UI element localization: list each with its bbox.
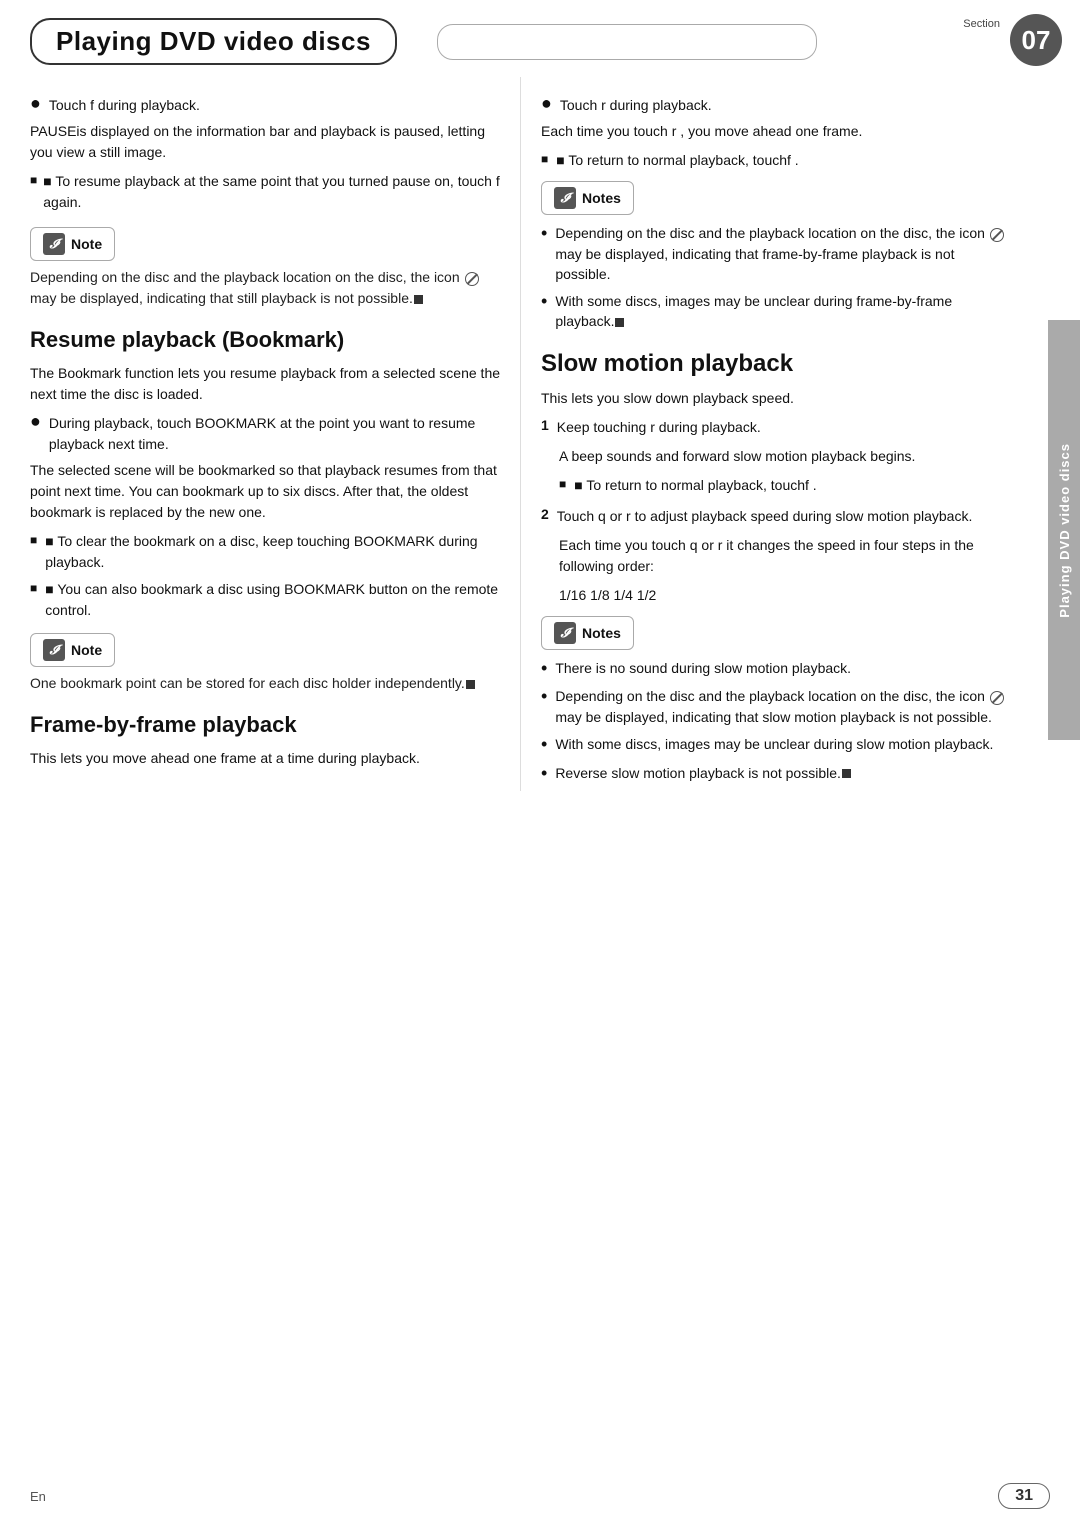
note-resume-icon: 𝓘 [43, 639, 65, 661]
slow-step2-text: Touch q or r to adjust playback speed du… [557, 506, 973, 527]
slow-speeds-text: 1/16 1/8 1/4 1/2 [559, 585, 1010, 606]
breadcrumb-bar [437, 24, 817, 60]
slow-step1-container: 1 Keep touching r during playback. [541, 417, 1010, 438]
notes-slow-text3: With some discs, images may be unclear d… [555, 734, 993, 754]
note-resume-box: 𝓘 Note [30, 633, 115, 667]
slow-step1-text: Keep touching r during playback. [557, 417, 761, 438]
notes-slow-icon: 𝓘 [554, 622, 576, 644]
slow-return-container: ■ ■ To return to normal playback, touchf… [559, 475, 1010, 496]
resume-body2: The selected scene will be bookmarked so… [30, 460, 500, 523]
notes-slow-bullet1: • [541, 658, 547, 680]
pause-section: ● Touch f during playback. PAUSEis displ… [30, 95, 500, 213]
notes-frame-item1: • Depending on the disc and the playback… [541, 223, 1010, 284]
notes-slow-item3: • With some discs, images may be unclear… [541, 734, 1010, 756]
no-icon-1 [465, 272, 479, 286]
step-return-container: ■ ■ To return to normal playback, touchf… [541, 150, 1010, 171]
note-resume-label: Note [71, 642, 102, 658]
notes-frame-item2: • With some discs, images may be unclear… [541, 291, 1010, 332]
notes-bullet-2: • [541, 291, 547, 313]
notes-slow-bullet4: • [541, 763, 547, 785]
resume-bullet2-text: ■ To clear the bookmark on a disc, keep … [45, 531, 500, 573]
square-bullet-pause: ■ [30, 173, 37, 187]
notes-slow-container: 𝓘 Notes • There is no sound during slow … [541, 616, 1010, 784]
notes-slow-item1: • There is no sound during slow motion p… [541, 658, 1010, 680]
square-bullet-resume2: ■ [30, 533, 37, 547]
slow-heading: Slow motion playback [541, 350, 1010, 378]
notes-slow-text4: Reverse slow motion playback is not poss… [555, 763, 852, 783]
notes-slow-item4: • Reverse slow motion playback is not po… [541, 763, 1010, 785]
stop-icon-4 [842, 769, 851, 778]
note-pause-label: Note [71, 236, 102, 252]
bullet-dot-resume: ● [30, 411, 41, 432]
bullet-dot-pause: ● [30, 93, 41, 114]
side-label: Playing DVD video discs [1048, 320, 1080, 740]
square-bullet-return: ■ [541, 152, 548, 166]
pause-bullet-text: Touch f during playback. [49, 95, 200, 115]
no-icon-3 [990, 691, 1004, 705]
frame-body: This lets you move ahead one frame at a … [30, 748, 500, 769]
no-icon-2 [990, 228, 1004, 242]
note-pause-icon: 𝓘 [43, 233, 65, 255]
note-pause-text: Depending on the disc and the playback l… [30, 267, 500, 309]
square-bullet-slow-return: ■ [559, 477, 566, 491]
slow-step2-num: 2 [541, 506, 549, 522]
footer-page: 31 [998, 1483, 1050, 1509]
notes-slow-bullet2: • [541, 686, 547, 708]
slow-step1-num: 1 [541, 417, 549, 433]
resume-bullet1-text: During playback, touch BOOKMARK at the p… [49, 413, 500, 454]
notes-slow-text2: Depending on the disc and the playback l… [555, 686, 1010, 727]
notes-frame-text1: Depending on the disc and the playback l… [555, 223, 1010, 284]
notes-slow-box: 𝓘 Notes [541, 616, 634, 650]
slow-body: This lets you slow down playback speed. [541, 388, 1010, 409]
page-title: Playing DVD video discs [30, 18, 397, 65]
resume-heading: Resume playback (Bookmark) [30, 327, 500, 353]
notes-frame-label: Notes [582, 190, 621, 206]
resume-bullet1-container: ● During playback, touch BOOKMARK at the… [30, 413, 500, 454]
notes-bullet-1: • [541, 223, 547, 245]
slow-step2-container: 2 Touch q or r to adjust playback speed … [541, 506, 1010, 527]
note-pause-box: 𝓘 Note [30, 227, 115, 261]
resume-bullet2-container: ■ ■ To clear the bookmark on a disc, kee… [30, 531, 500, 573]
note-pause-container: 𝓘 Note Depending on the disc and the pla… [30, 227, 500, 309]
notes-frame-text2: With some discs, images may be unclear d… [555, 291, 1010, 332]
notes-slow-label: Notes [582, 625, 621, 641]
notes-slow-text1: There is no sound during slow motion pla… [555, 658, 851, 678]
step-bullet-container: ● Touch r during playback. [541, 95, 1010, 115]
section-number: 07 [1010, 14, 1062, 66]
stop-icon-3 [615, 318, 624, 327]
step-bullet-text: Touch r during playback. [560, 95, 712, 115]
footer-lang: En [30, 1489, 46, 1504]
notes-slow-item2: • Depending on the disc and the playback… [541, 686, 1010, 727]
step-body: Each time you touch r , you move ahead o… [541, 121, 1010, 142]
notes-frame-container: 𝓘 Notes • Depending on the disc and the … [541, 181, 1010, 331]
right-column: ● Touch r during playback. Each time you… [520, 77, 1010, 791]
bullet-dot-right: ● [541, 93, 552, 114]
notes-frame-list: • Depending on the disc and the playback… [541, 223, 1010, 331]
note-resume-text: One bookmark point can be stored for eac… [30, 673, 500, 694]
frame-heading: Frame-by-frame playback [30, 712, 500, 738]
section-label: Section [963, 18, 1000, 30]
pause-body1: PAUSEis displayed on the information bar… [30, 121, 500, 163]
slow-step1b-text: A beep sounds and forward slow motion pl… [559, 446, 1010, 467]
note-resume-container: 𝓘 Note One bookmark point can be stored … [30, 633, 500, 694]
resume-bullet3-text: ■ You can also bookmark a disc using BOO… [45, 579, 500, 621]
stop-icon-1 [414, 295, 423, 304]
step-return-text: ■ To return to normal playback, touchf . [556, 150, 798, 171]
square-bullet-resume3: ■ [30, 581, 37, 595]
notes-frame-box: 𝓘 Notes [541, 181, 634, 215]
slow-step2b-text: Each time you touch q or r it changes th… [559, 535, 1010, 577]
notes-slow-bullet3: • [541, 734, 547, 756]
notes-frame-icon: 𝓘 [554, 187, 576, 209]
resume-bullet3-container: ■ ■ You can also bookmark a disc using B… [30, 579, 500, 621]
left-column: ● Touch f during playback. PAUSEis displ… [30, 77, 520, 791]
footer: En 31 [0, 1483, 1080, 1509]
stop-icon-2 [466, 680, 475, 689]
slow-return-text: ■ To return to normal playback, touchf . [574, 475, 816, 496]
notes-slow-list: • There is no sound during slow motion p… [541, 658, 1010, 784]
pause-body2: ■ To resume playback at the same point t… [43, 171, 500, 213]
resume-body1: The Bookmark function lets you resume pl… [30, 363, 500, 405]
